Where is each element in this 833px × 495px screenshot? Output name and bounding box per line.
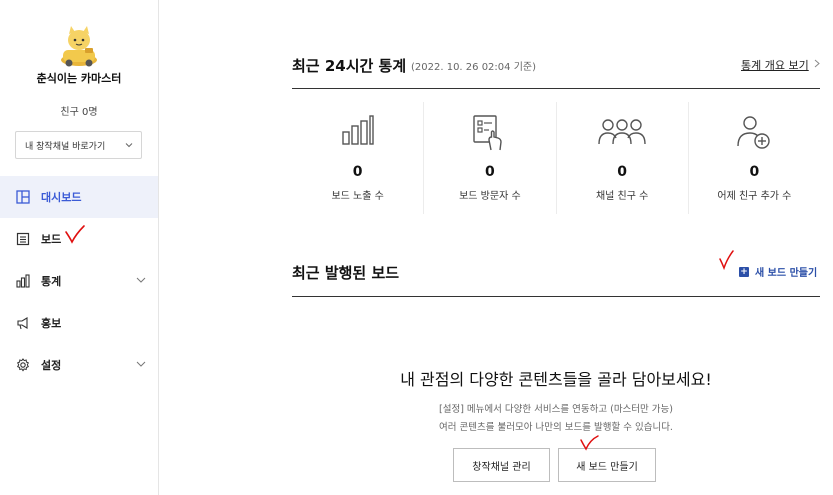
stat-card-exposure: 0 보드 노출 수 (292, 102, 425, 214)
stat-value: 0 (749, 164, 760, 180)
boards-title: 최근 발행된 보드 (292, 264, 400, 282)
dashboard-icon (16, 190, 30, 204)
sidebar-item-dashboard[interactable]: 대시보드 (0, 176, 158, 218)
new-board-link-label: 새 보드 만들기 (755, 268, 818, 279)
megaphone-icon (16, 316, 30, 330)
stat-card-new-friends: 0 어제 친구 추가 수 (689, 102, 820, 214)
channel-select[interactable]: 내 창작채널 바로가기 (15, 131, 142, 159)
avatar[interactable] (55, 20, 103, 68)
chart-icon (16, 274, 30, 288)
channel-manage-button[interactable]: 창작채널 관리 (453, 448, 550, 482)
bar-chart-icon (341, 115, 374, 145)
sidebar-item-label: 보드 (41, 233, 62, 246)
stat-card-friends: 0 채널 친구 수 (557, 102, 689, 214)
stat-label: 채널 친구 수 (595, 191, 649, 202)
user-add-icon (737, 116, 771, 149)
sidebar-nav: 대시보드 보드 통계 홍보 설정 (0, 176, 158, 386)
sidebar-item-promotion[interactable]: 홍보 (0, 302, 158, 344)
annotation-check-mark (719, 250, 734, 271)
sidebar-item-settings[interactable]: 설정 (0, 344, 158, 386)
sidebar-item-label: 대시보드 (41, 191, 82, 204)
annotation-check-mark (65, 225, 85, 244)
stat-label: 보드 노출 수 (331, 191, 384, 202)
plus-icon: + (739, 266, 749, 277)
chevron-down-icon (125, 143, 133, 148)
stat-label: 어제 친구 추가 수 (717, 191, 792, 202)
board-touch-icon (473, 115, 502, 151)
new-board-button[interactable]: 새 보드 만들기 (558, 448, 656, 482)
empty-state-desc: [설정] 메뉴에서 다양한 서비스를 연동하고 (마스터만 가능) (439, 404, 673, 415)
annotation-check-mark (580, 435, 599, 451)
empty-state-title: 내 관점의 다양한 콘텐츠들을 골라 담아보세요! (400, 370, 712, 389)
sidebar-item-label: 통계 (41, 275, 62, 288)
chevron-down-icon (136, 361, 146, 367)
stats-overview-link[interactable]: 통계 개요 보기 (741, 57, 809, 73)
channel-select-label: 내 창작채널 바로가기 (25, 141, 106, 152)
sidebar-item-stats[interactable]: 통계 (0, 260, 158, 302)
stats-title: 최근 24시간 통계 (292, 57, 407, 75)
sidebar-item-label: 설정 (41, 359, 62, 372)
gear-icon (16, 358, 30, 372)
stat-value: 0 (485, 164, 495, 180)
stat-value: 0 (352, 164, 363, 180)
friend-count: 친구 0명 (60, 107, 98, 118)
board-icon (16, 232, 30, 246)
sidebar: 춘식이는 카마스터 친구 0명 내 창작채널 바로가기 대시보드 보드 통계 홍… (0, 0, 159, 495)
boards-divider (292, 296, 820, 297)
new-board-link[interactable]: + 새 보드 만들기 (739, 264, 817, 279)
chevron-down-icon (136, 277, 146, 283)
users-icon (598, 119, 646, 145)
chevron-right-icon (814, 59, 820, 68)
profile-name: 춘식이는 카마스터 (36, 72, 122, 85)
stats-timestamp: (2022. 10. 26 02:04 기준) (411, 62, 536, 73)
stat-label: 보드 방문자 수 (459, 191, 521, 202)
stats-divider (292, 88, 820, 89)
empty-state-desc: 여러 콘텐츠를 불러모아 나만의 보드를 발행할 수 있습니다. (439, 422, 673, 433)
sidebar-item-label: 홍보 (41, 317, 62, 330)
stat-value: 0 (617, 164, 627, 180)
stats-cards: 0 보드 노출 수 0 보드 방문자 수 0 채널 친구 수 0 어제 친구 추… (292, 102, 820, 214)
stat-card-visitors: 0 보드 방문자 수 (424, 102, 557, 214)
